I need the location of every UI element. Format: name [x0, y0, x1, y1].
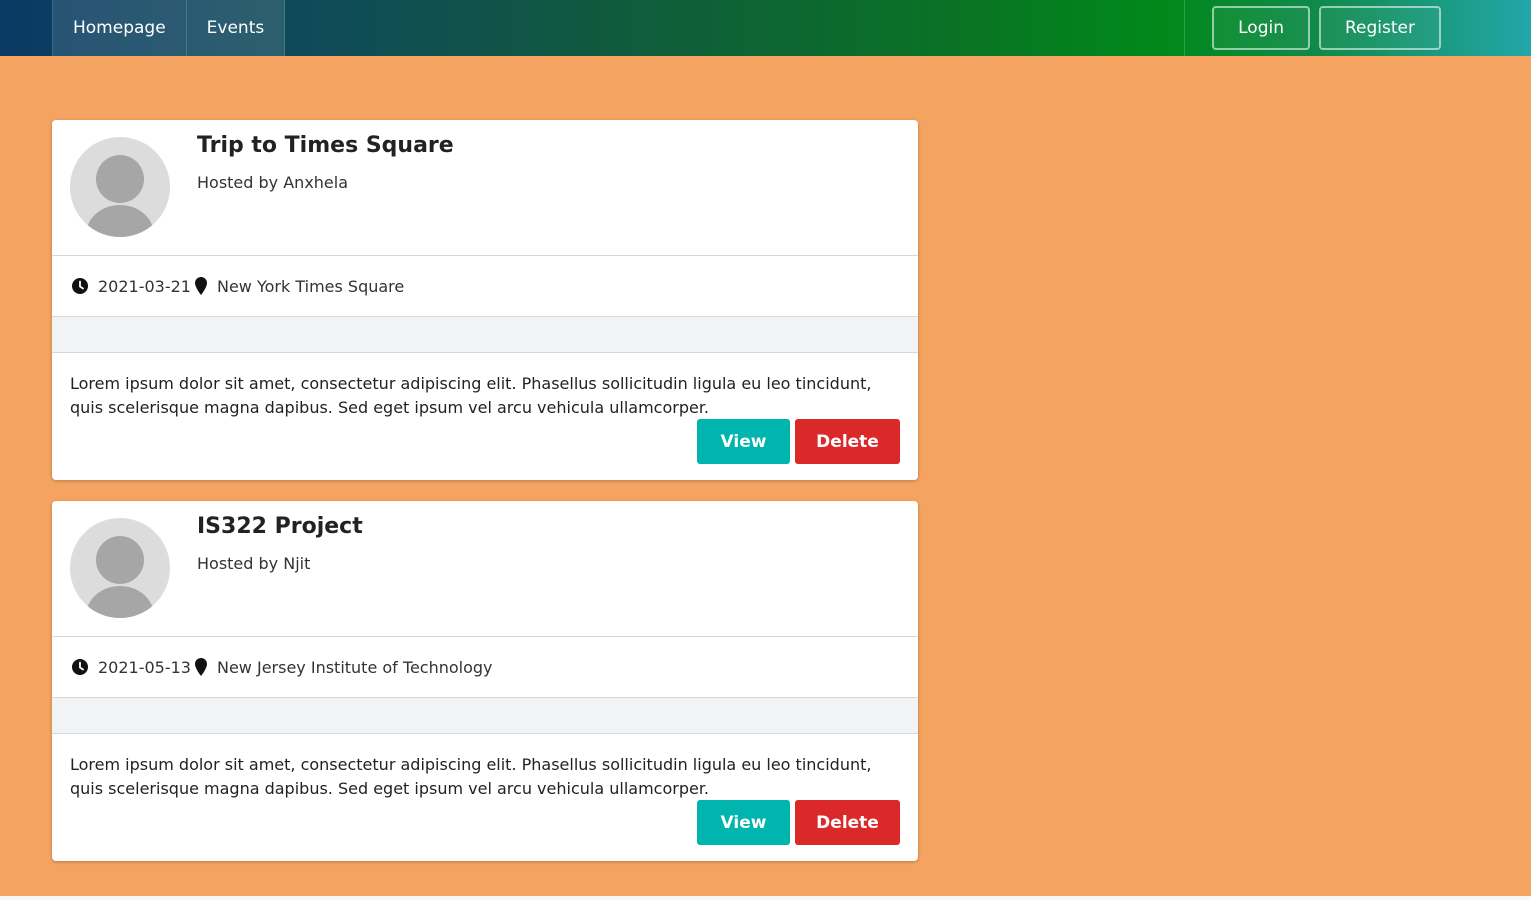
top-navbar: Homepage Events Login Register — [0, 0, 1531, 56]
user-avatar-icon — [70, 518, 170, 618]
page-footer-strip — [0, 896, 1531, 900]
event-meta: 2021-03-21 New York Times Square — [52, 256, 918, 317]
register-button[interactable]: Register — [1319, 6, 1441, 50]
delete-button[interactable]: Delete — [795, 800, 900, 845]
delete-button[interactable]: Delete — [795, 419, 900, 464]
view-button[interactable]: View — [697, 419, 790, 464]
map-marker-icon — [194, 277, 207, 295]
event-card: Trip to Times Square Hosted by Anxhela 2… — [52, 120, 918, 480]
event-date: 2021-05-13 — [98, 657, 191, 677]
clock-icon — [72, 278, 88, 294]
nav-item-events[interactable]: Events — [186, 0, 286, 56]
event-card-divider-band — [52, 317, 918, 353]
map-marker-icon — [194, 658, 207, 676]
event-card-body: Lorem ipsum dolor sit amet, consectetur … — [52, 734, 918, 861]
event-card-header: IS322 Project Hosted by Njit — [52, 501, 918, 637]
event-card-divider-band — [52, 698, 918, 734]
event-date: 2021-03-21 — [98, 276, 191, 296]
event-description: Lorem ipsum dolor sit amet, consectetur … — [70, 755, 872, 798]
event-title[interactable]: Trip to Times Square — [197, 133, 454, 158]
event-title[interactable]: IS322 Project — [197, 514, 363, 539]
auth-menu: Login Register — [1184, 0, 1531, 56]
event-host: Hosted by Njit — [197, 554, 311, 573]
event-card-header: Trip to Times Square Hosted by Anxhela — [52, 120, 918, 256]
view-button[interactable]: View — [697, 800, 790, 845]
event-meta: 2021-05-13 New Jersey Institute of Techn… — [52, 637, 918, 698]
event-card-body: Lorem ipsum dolor sit amet, consectetur … — [52, 353, 918, 480]
clock-icon — [72, 659, 88, 675]
event-description: Lorem ipsum dolor sit amet, consectetur … — [70, 374, 872, 417]
login-button[interactable]: Login — [1212, 6, 1310, 50]
nav-item-homepage[interactable]: Homepage — [52, 0, 187, 56]
user-avatar-icon — [70, 137, 170, 237]
event-card: IS322 Project Hosted by Njit 2021-05-13 … — [52, 501, 918, 861]
event-location: New Jersey Institute of Technology — [216, 657, 493, 677]
event-host: Hosted by Anxhela — [197, 173, 349, 192]
nav-menu: Homepage Events — [52, 0, 286, 56]
event-location: New York Times Square — [216, 276, 405, 296]
